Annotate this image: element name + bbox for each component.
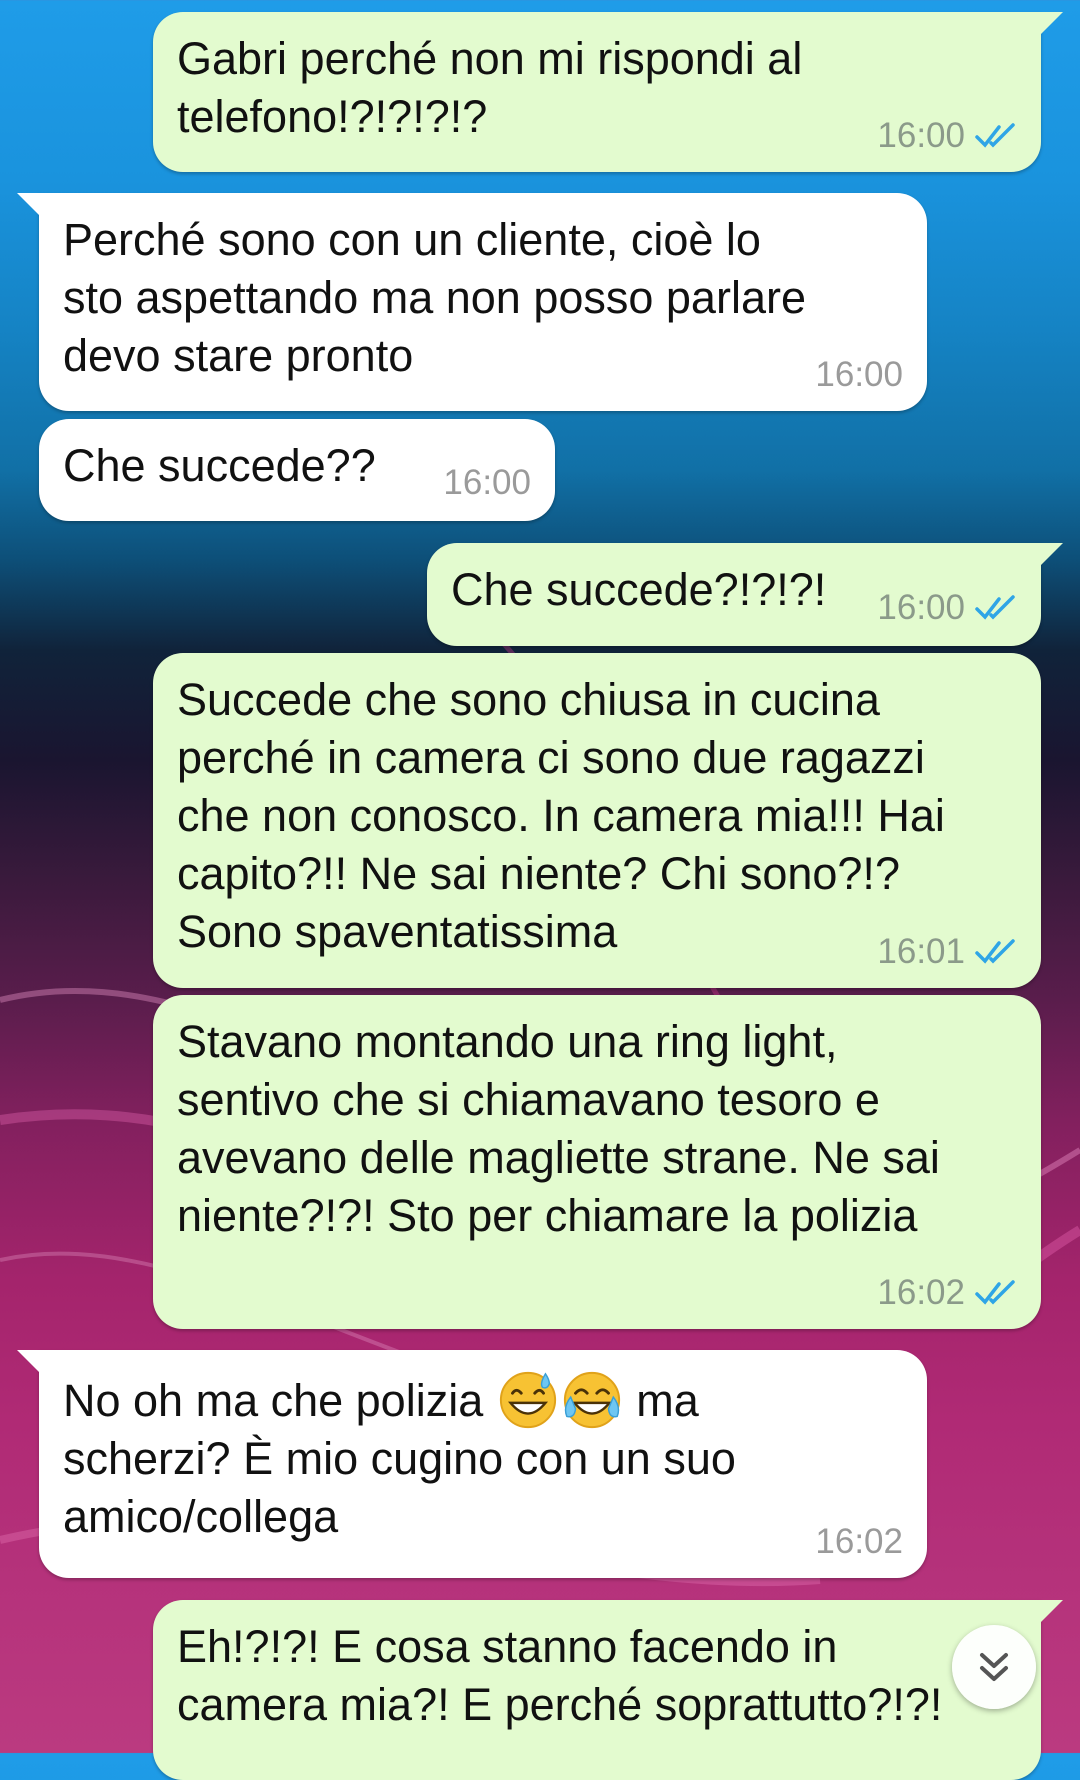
- message-meta: 16:00: [443, 463, 531, 503]
- message-bubble-incoming[interactable]: Che succede?? 16:00: [39, 419, 555, 521]
- message-text: Perché sono con un cliente, cioè lo sto …: [63, 214, 806, 381]
- read-receipt-icon: [975, 123, 1015, 148]
- message-bubble-outgoing[interactable]: Stavano montando una ring light, sentivo…: [153, 995, 1041, 1329]
- message-time: 16:00: [877, 588, 965, 627]
- message-text-part: No oh ma che polizia: [63, 1375, 496, 1426]
- scroll-to-bottom-button[interactable]: [952, 1625, 1036, 1709]
- face-with-tears-of-joy-icon: [563, 1371, 620, 1429]
- message-bubble-incoming[interactable]: No oh ma che polizia ma scherzi? È mio c…: [17, 1350, 927, 1578]
- bubble-tail: [17, 1350, 43, 1376]
- read-receipt-icon: [975, 1280, 1015, 1305]
- message-bubble-outgoing[interactable]: Che succede?!?!?! 16:00: [427, 543, 1063, 646]
- message-bubble-outgoing[interactable]: Gabri perché non mi rispondi al telefono…: [153, 12, 1063, 172]
- message-text: Che succede?!?!?!: [451, 564, 827, 615]
- bubble-tail: [17, 193, 43, 219]
- read-receipt-icon: [975, 595, 1015, 620]
- message-text: Che succede??: [63, 440, 376, 491]
- message-time: 16:02: [815, 1522, 903, 1561]
- message-meta: 16:00: [877, 588, 1017, 628]
- bubble-tail: [1037, 12, 1063, 38]
- message-meta: 16:00: [815, 355, 903, 395]
- message-meta: 16:02: [877, 1273, 1017, 1313]
- message-bubble-incoming[interactable]: Perché sono con un cliente, cioè lo sto …: [17, 193, 927, 411]
- message-bubble-outgoing[interactable]: Eh!?!?! E cosa stanno facendo in camera …: [153, 1600, 1063, 1780]
- message-text: Stavano montando una ring light, sentivo…: [177, 1016, 940, 1241]
- bubble-tail: [1037, 1600, 1063, 1626]
- message-time: 16:01: [877, 932, 965, 971]
- message-meta: 16:00: [877, 116, 1017, 156]
- message-text: Gabri perché non mi rispondi al telefono…: [177, 33, 803, 142]
- message-text: Eh!?!?! E cosa stanno facendo in camera …: [177, 1621, 943, 1730]
- message-meta: 16:01: [877, 932, 1017, 972]
- message-time: 16:00: [877, 116, 965, 155]
- grinning-face-with-sweat-icon: [499, 1371, 556, 1429]
- message-time: 16:00: [443, 463, 531, 502]
- message-text: Succede che sono chiusa in cucina perché…: [177, 674, 945, 957]
- message-meta: 16:02: [815, 1522, 903, 1562]
- message-time: 16:00: [815, 355, 903, 394]
- message-bubble-outgoing[interactable]: Succede che sono chiusa in cucina perché…: [153, 653, 1041, 988]
- bubble-tail: [1037, 543, 1063, 569]
- message-text-part: ma: [623, 1375, 699, 1426]
- read-receipt-icon: [975, 939, 1015, 964]
- message-text: No oh ma che polizia ma scherzi? È mio c…: [63, 1371, 736, 1546]
- message-text-part: scherzi? È mio cugino con un suo amico/c…: [63, 1433, 736, 1543]
- message-time: 16:02: [877, 1273, 965, 1312]
- double-chevron-down-icon: [980, 1653, 1008, 1681]
